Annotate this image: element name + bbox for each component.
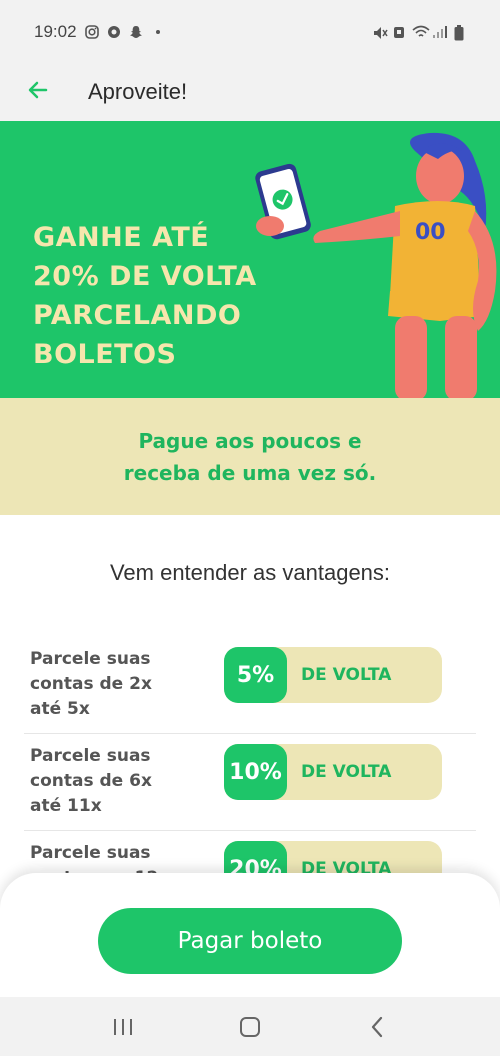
status-time: 19:02 [34, 22, 77, 41]
advantage-row: Parcele suas contas de 2x até 5x 5% DE V… [24, 637, 476, 734]
back-button[interactable] [22, 76, 54, 108]
page-title: Aproveite! [88, 79, 188, 104]
status-left: 19:02 [34, 22, 165, 42]
advantage-text-line: Parcele suas [30, 843, 151, 863]
pay-boleto-button[interactable]: Pagar boleto [98, 908, 402, 974]
advantage-text-line: até 5x [30, 699, 90, 719]
status-bar: 19:02 [0, 0, 500, 64]
mute-icon [372, 25, 388, 39]
recent-apps-icon[interactable] [103, 1007, 143, 1047]
advantage-text: Parcele suas contas de 2x até 5x [30, 647, 205, 722]
alarm-icon [392, 25, 406, 39]
bottom-sheet: Pagar boleto [0, 873, 500, 997]
advantage-row: Parcele suas contas de 6x até 11x 10% DE… [24, 734, 476, 831]
advantage-text-line: Parcele suas [30, 746, 151, 766]
home-icon[interactable] [230, 1007, 270, 1047]
advantage-text-line: Parcele suas [30, 649, 151, 669]
advantage-text-line: contas de 2x [30, 674, 152, 694]
advantage-text-line: até 11x [30, 796, 102, 816]
status-right [372, 25, 466, 41]
cashback-percent: 10% [224, 744, 287, 800]
sub-banner-line: receba de uma vez só. [123, 460, 377, 485]
system-nav-bar [0, 997, 500, 1056]
chrome-icon [107, 25, 121, 39]
battery-icon [452, 25, 466, 41]
svg-text:00: 00 [415, 220, 446, 245]
sub-banner-line: Pague aos poucos e [138, 428, 362, 453]
dot-icon [151, 25, 165, 39]
instagram-icon [84, 25, 99, 39]
cashback-label: DE VOLTA [301, 762, 392, 782]
advantage-text-line: contas de 6x [30, 771, 152, 791]
arrow-left-icon [26, 78, 50, 107]
sub-banner: Pague aos poucos e receba de uma vez só. [0, 398, 500, 515]
cashback-pill: 10% DE VOLTA [224, 744, 442, 800]
advantage-text: Parcele suas contas de 6x até 11x [30, 744, 205, 819]
app-bar: Aproveite! [0, 64, 500, 120]
wifi-icon [412, 25, 430, 39]
snapchat-icon [129, 25, 143, 39]
section-title: Vem entender as vantagens: [109, 560, 391, 585]
cashback-pill: 5% DE VOLTA [224, 647, 442, 703]
cashback-label: DE VOLTA [301, 665, 392, 685]
hero-banner: GANHE ATÉ 20% DE VOLTA PARCELANDO BOLETO… [0, 121, 500, 398]
cashback-percent: 5% [224, 647, 287, 703]
signal-icon [432, 25, 447, 39]
back-icon[interactable] [357, 1007, 397, 1047]
person-holding-phone-icon: 00 [240, 121, 500, 398]
